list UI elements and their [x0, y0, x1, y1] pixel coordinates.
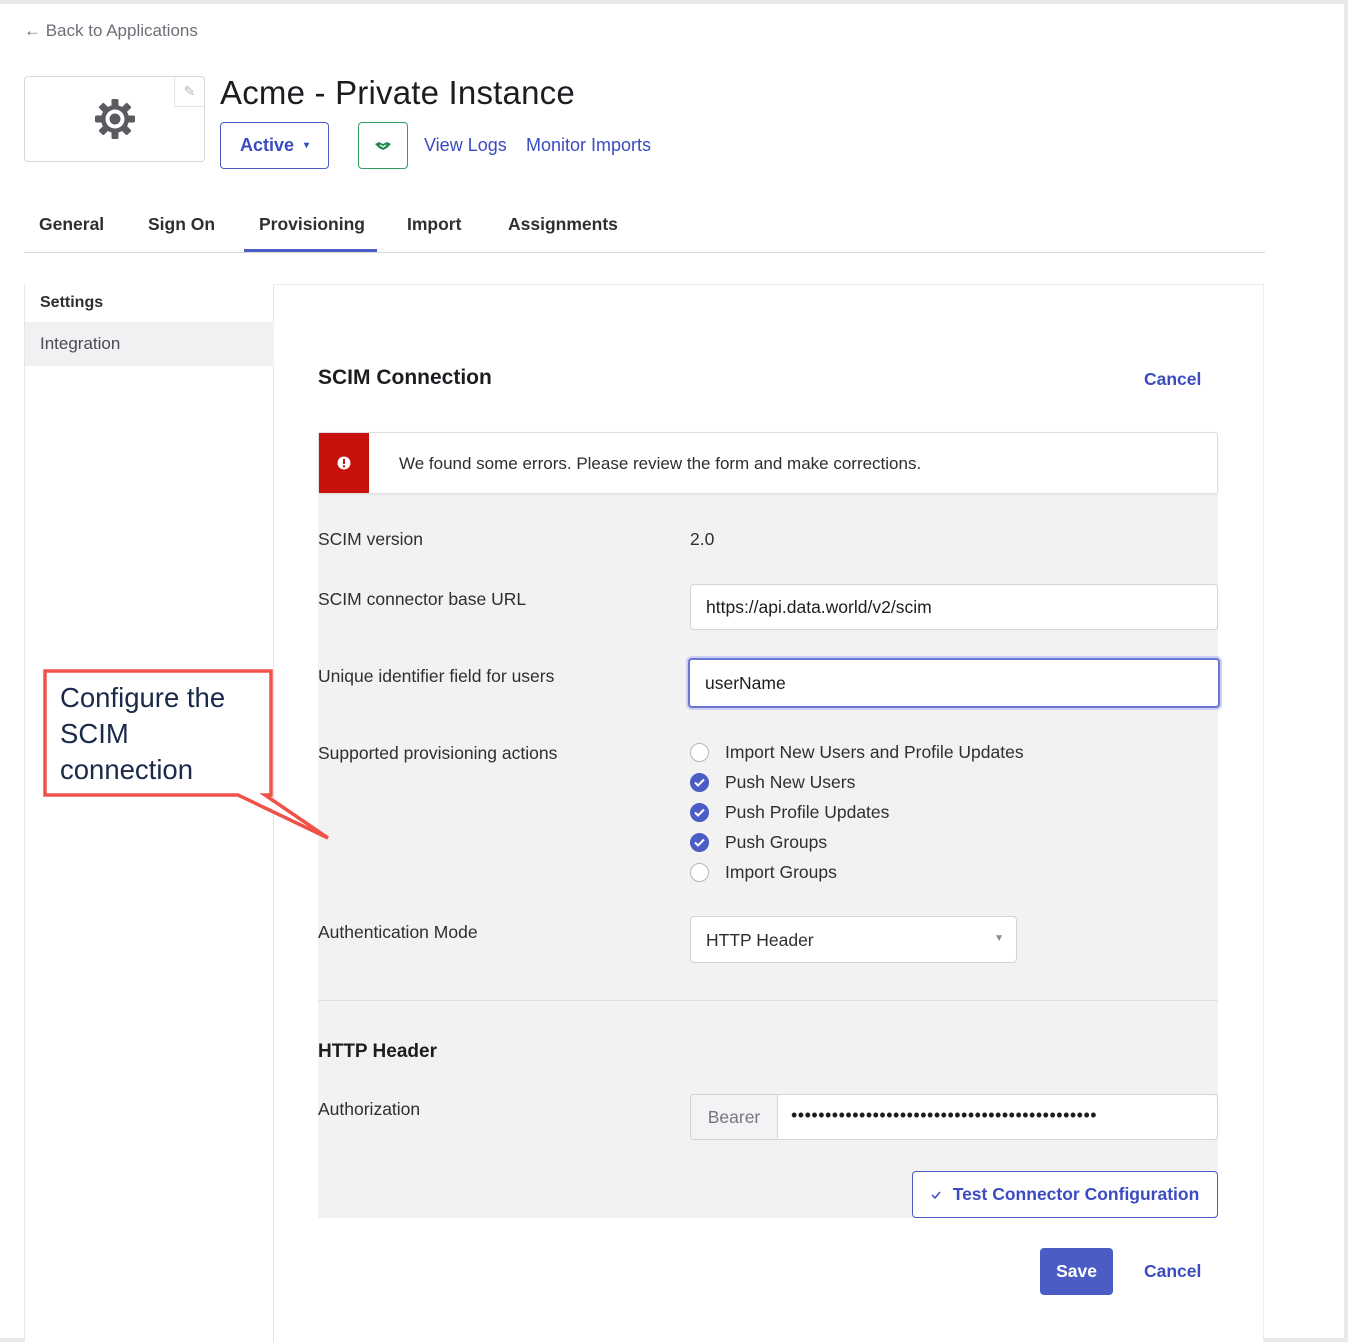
alert-icon [337, 456, 351, 470]
sidebar-heading: Settings [40, 294, 104, 311]
authorization-field[interactable]: Bearer •••••••••••••••••••••••••••••••••… [690, 1094, 1218, 1140]
authorization-token-input[interactable]: ••••••••••••••••••••••••••••••••••••••••… [791, 1105, 1206, 1126]
checkbox-label: Import New Users and Profile Updates [725, 741, 1024, 762]
action-push-groups[interactable]: Push Groups [690, 830, 827, 854]
checkmark-icon [694, 808, 705, 817]
checkbox-checked[interactable] [690, 832, 709, 852]
action-import-groups[interactable]: Import Groups [690, 860, 837, 884]
error-stripe [319, 433, 369, 493]
error-message: We found some errors. Please review the … [399, 454, 922, 473]
checkmark-icon [931, 1191, 941, 1199]
edit-logo-button[interactable]: ✎ [174, 77, 204, 107]
scim-version-value: 2.0 [690, 529, 715, 549]
active-tab-indicator [244, 249, 377, 252]
annotation-line: Configure the [60, 682, 226, 713]
gear-icon [94, 99, 135, 139]
bearer-prefix: Bearer [691, 1095, 778, 1139]
sidebar-item-label: Integration [40, 334, 121, 353]
settings-sidebar: Settings Integration [24, 284, 274, 1342]
http-header-title: HTTP Header [318, 1041, 437, 1062]
tab-general[interactable]: General [39, 214, 104, 235]
unique-id-label: Unique identifier field for users [318, 666, 555, 686]
base-url-label: SCIM connector base URL [318, 589, 527, 609]
monitor-imports-link[interactable]: Monitor Imports [526, 135, 651, 156]
section-divider [318, 1000, 1218, 1001]
action-import-new-users[interactable]: Import New Users and Profile Updates [690, 740, 1024, 764]
tab-sign-on[interactable]: Sign On [148, 214, 215, 235]
action-push-profile-updates[interactable]: Push Profile Updates [690, 800, 889, 824]
chevron-down-icon: ▾ [304, 140, 310, 151]
tab-import[interactable]: Import [407, 214, 461, 235]
unique-id-input[interactable] [688, 658, 1220, 708]
cancel-link-top[interactable]: Cancel [1144, 369, 1201, 390]
base-url-input[interactable] [690, 584, 1218, 630]
save-button[interactable]: Save [1040, 1248, 1113, 1295]
provisioning-actions-label: Supported provisioning actions [318, 743, 558, 763]
view-logs-link[interactable]: View Logs [424, 135, 507, 156]
app-logo: ✎ [24, 76, 205, 162]
checkbox-label: Push New Users [725, 771, 856, 792]
page-title: Acme - Private Instance [220, 74, 575, 111]
tab-bar: General Sign On Provisioning Import Assi… [24, 204, 1265, 253]
checkbox-label: Push Groups [725, 831, 828, 852]
annotation-line: SCIM [60, 718, 129, 749]
auth-mode-label: Authentication Mode [318, 922, 478, 942]
annotation-line: connection [60, 754, 194, 785]
scim-version-label: SCIM version [318, 529, 424, 549]
sidebar-item-integration[interactable]: Integration [25, 322, 274, 366]
auth-mode-value: HTTP Header [706, 930, 814, 950]
checkbox-checked[interactable] [690, 802, 709, 822]
checkmark-icon [694, 778, 705, 787]
back-label: ← Back to Applications [24, 21, 198, 40]
back-to-applications-link[interactable]: ← Back to Applications [24, 21, 198, 41]
error-banner: We found some errors. Please review the … [318, 432, 1218, 494]
checkbox-checked[interactable] [690, 772, 709, 792]
checkbox-label: Import Groups [725, 861, 837, 882]
status-dropdown[interactable]: Active ▾ [220, 122, 329, 169]
handshake-button[interactable] [358, 122, 408, 169]
handshake-icon [375, 141, 391, 150]
annotation-text: Configure the SCIM connection [60, 680, 265, 788]
right-edge [1344, 0, 1348, 1342]
scim-connection-title: SCIM Connection [318, 366, 492, 389]
tab-assignments[interactable]: Assignments [508, 214, 618, 235]
tab-provisioning[interactable]: Provisioning [259, 214, 365, 235]
action-push-new-users[interactable]: Push New Users [690, 770, 855, 794]
authorization-label: Authorization [318, 1099, 421, 1119]
checkbox[interactable] [690, 742, 709, 762]
checkmark-icon [694, 838, 705, 847]
auth-mode-select[interactable]: HTTP Header ▼ [690, 916, 1017, 963]
cancel-link-bottom[interactable]: Cancel [1144, 1261, 1201, 1282]
status-label: Active [239, 135, 294, 155]
checkbox[interactable] [690, 862, 709, 882]
test-connector-label: Test Connector Configuration [952, 1184, 1200, 1204]
checkbox-label: Push Profile Updates [725, 801, 890, 822]
pencil-icon: ✎ [183, 83, 196, 99]
chevron-down-icon: ▼ [994, 933, 1004, 944]
test-connector-button[interactable]: Test Connector Configuration [912, 1171, 1218, 1218]
